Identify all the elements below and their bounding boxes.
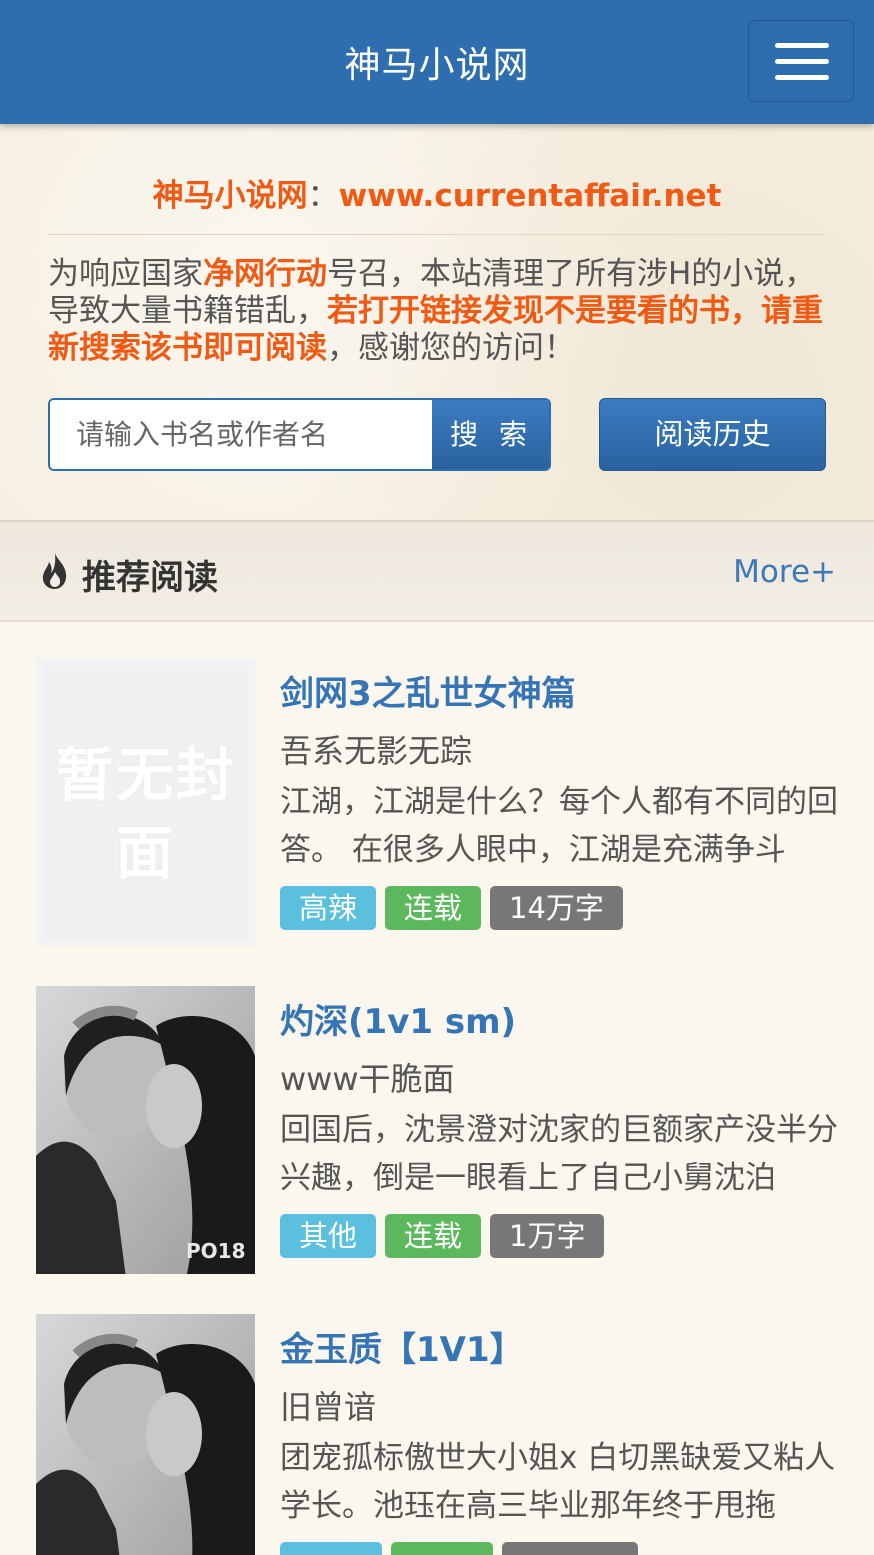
cover-placeholder-text: 暂无封面 <box>55 741 236 887</box>
book-author: 吾系无影无踪 <box>280 732 473 770</box>
book-description: 团宠孤标傲世大小姐x 白切黑缺爱又粘人学长。池珏在高三毕业那年终于甩拖 <box>280 1440 836 1524</box>
reading-history-button[interactable]: 阅读历史 <box>599 398 826 471</box>
book-author: 旧曾谙 <box>280 1388 377 1426</box>
notice-text-1: 为响应国家 <box>48 256 203 292</box>
book-tags <box>280 1542 647 1555</box>
book-cover-image[interactable] <box>36 1314 255 1555</box>
site-url-line: 神马小说网：www.currentaffair.net <box>0 170 874 215</box>
top-navbar: 神马小说网 <box>0 0 874 124</box>
site-url[interactable]: www.currentaffair.net <box>339 178 722 214</box>
notice-text-5: ，感谢您的访问！ <box>327 330 575 366</box>
search-button[interactable]: 搜 索 <box>432 400 549 469</box>
fire-icon <box>42 553 67 589</box>
book-title[interactable]: 灼深(1v1 sm) <box>280 994 516 1043</box>
hamburger-menu-icon-bar <box>775 59 829 64</box>
book-description: 回国后，沈景澄对沈家的巨额家产没半分兴趣，倒是一眼看上了自己小舅沈泊 <box>280 1112 838 1196</box>
menu-toggle-button[interactable] <box>748 20 854 102</box>
word-count-tag <box>502 1542 638 1555</box>
site-url-separator: ： <box>307 178 339 214</box>
word-count-tag: 14万字 <box>490 886 623 930</box>
word-count-tag: 1万字 <box>490 1214 605 1258</box>
notice-panel: 神马小说网：www.currentaffair.net 为响应国家净网行动号召，… <box>0 124 874 520</box>
status-tag: 连载 <box>385 886 482 930</box>
notice-highlight-campaign: 净网行动 <box>203 256 327 292</box>
book-title[interactable]: 剑网3之乱世女神篇 <box>280 666 576 715</box>
site-title[interactable]: 神马小说网 <box>0 36 874 88</box>
book-title[interactable]: 金玉质【1V1】 <box>280 1322 524 1371</box>
genre-tag <box>280 1542 382 1555</box>
book-item[interactable]: 暂无封面 剑网3之乱世女神篇 吾系无影无踪 江湖，江湖是什么？每个人都有不同的回… <box>0 658 874 958</box>
status-tag: 连载 <box>385 1214 482 1258</box>
cover-watermark: PO18 <box>186 1239 246 1263</box>
genre-tag: 高辣 <box>280 886 377 930</box>
recommended-section-header: 推荐阅读 More+ <box>0 520 874 622</box>
book-description: 江湖，江湖是什么？每个人都有不同的回答。 在很多人眼中，江湖是充满争斗 <box>280 784 838 868</box>
book-item[interactable]: PO18 灼深(1v1 sm) www干脆面 回国后，沈景澄对沈家的巨额家产没半… <box>0 986 874 1286</box>
book-tags: 高辣 连载 14万字 <box>280 886 632 930</box>
search-input[interactable] <box>50 400 432 469</box>
genre-tag: 其他 <box>280 1214 377 1258</box>
book-tags: 其他 连载 1万字 <box>280 1214 613 1258</box>
status-tag <box>391 1542 493 1555</box>
hamburger-menu-icon <box>775 43 829 48</box>
more-link[interactable]: More+ <box>733 554 836 590</box>
notice-text: 为响应国家净网行动号召，本站清理了所有涉H的小说，导致大量书籍错乱，若打开链接发… <box>48 256 828 367</box>
section-title: 推荐阅读 <box>82 558 218 598</box>
hamburger-menu-icon-bar <box>775 75 829 80</box>
book-author: www干脆面 <box>280 1060 455 1098</box>
book-cover-image[interactable]: PO18 <box>36 986 255 1274</box>
divider <box>48 234 824 235</box>
book-cover-placeholder[interactable]: 暂无封面 <box>36 658 255 946</box>
search-form: 搜 索 <box>48 398 551 471</box>
cover-photo-couple <box>36 1314 255 1555</box>
cover-photo-couple: PO18 <box>36 986 255 1274</box>
site-name: 神马小说网 <box>152 178 308 214</box>
book-item[interactable]: 金玉质【1V1】 旧曾谙 团宠孤标傲世大小姐x 白切黑缺爱又粘人学长。池珏在高三… <box>0 1314 874 1555</box>
